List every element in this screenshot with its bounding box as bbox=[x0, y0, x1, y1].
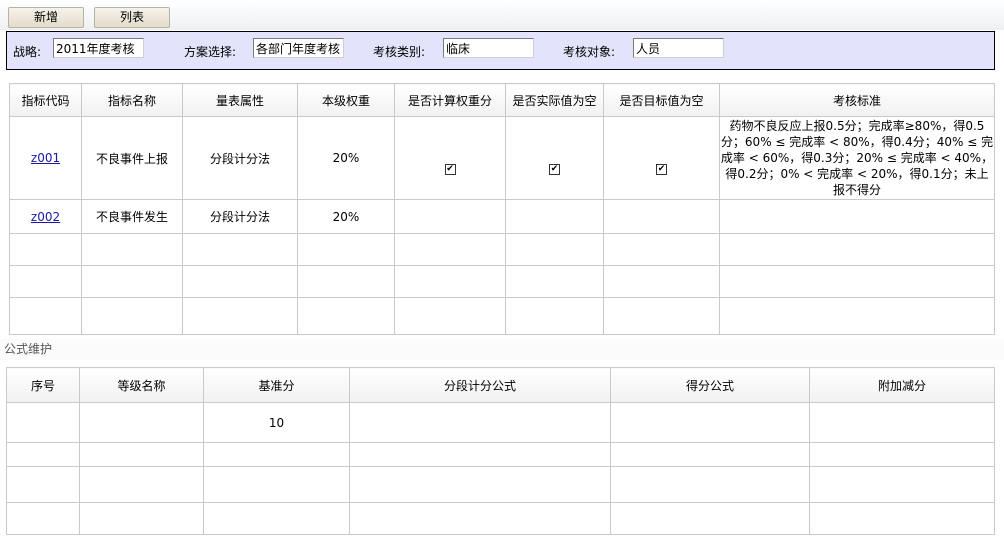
formula-header-row: 序号 等级名称 基准分 分段计分公式 得分公式 附加减分 bbox=[6, 367, 995, 403]
empty-row bbox=[6, 502, 995, 535]
col-header-standard[interactable]: 考核标准 bbox=[719, 83, 995, 117]
list-button[interactable]: 列表 bbox=[94, 7, 170, 28]
formula-segment bbox=[349, 402, 611, 443]
category-input[interactable] bbox=[443, 38, 534, 58]
col-header-extra[interactable]: 附加减分 bbox=[809, 367, 995, 403]
formula-level bbox=[79, 402, 204, 443]
indicator-name: 不良事件发生 bbox=[81, 199, 183, 234]
empty-row bbox=[9, 233, 995, 266]
col-header-code[interactable]: 指标代码 bbox=[9, 83, 82, 117]
formula-score bbox=[610, 402, 810, 443]
target-input[interactable] bbox=[633, 38, 724, 58]
empty-row bbox=[6, 442, 995, 467]
calc-weight-checkbox[interactable]: ✔ bbox=[444, 163, 456, 175]
target-empty-checkbox[interactable]: ✔ bbox=[656, 163, 667, 175]
empty-row bbox=[6, 466, 995, 503]
col-header-name[interactable]: 指标名称 bbox=[81, 83, 183, 117]
filter-bar: 战略: 方案选择: 考核类别: 考核对象: bbox=[6, 31, 995, 70]
indicator-weight: 20% bbox=[297, 116, 395, 200]
target-empty-cell bbox=[603, 199, 720, 234]
add-button[interactable]: 新增 bbox=[8, 7, 84, 28]
strategy-input[interactable] bbox=[53, 38, 144, 58]
col-header-attr[interactable]: 量表属性 bbox=[182, 83, 298, 117]
toolbar: 新增 列表 bbox=[0, 0, 1004, 30]
col-header-actual-empty[interactable]: 是否实际值为空 bbox=[505, 83, 604, 117]
calc-weight-cell bbox=[394, 199, 506, 234]
plan-label: 方案选择: bbox=[184, 45, 237, 59]
col-header-level[interactable]: 等级名称 bbox=[79, 367, 204, 403]
indicator-attr: 分段计分法 bbox=[182, 199, 298, 234]
indicator-code-link[interactable]: z001 bbox=[31, 151, 60, 165]
indicator-code-link[interactable]: z002 bbox=[31, 210, 60, 224]
col-header-index[interactable]: 序号 bbox=[6, 367, 80, 403]
formula-section-title: 公式维护 bbox=[0, 339, 1004, 360]
target-label: 考核对象: bbox=[563, 45, 616, 59]
formula-table: 序号 等级名称 基准分 分段计分公式 得分公式 附加减分 10 bbox=[6, 367, 995, 535]
actual-empty-cell bbox=[505, 199, 604, 234]
indicator-name: 不良事件上报 bbox=[81, 116, 183, 200]
col-header-base[interactable]: 基准分 bbox=[203, 367, 350, 403]
category-label: 考核类别: bbox=[373, 45, 426, 59]
formula-base: 10 bbox=[203, 402, 350, 443]
empty-row bbox=[9, 265, 995, 298]
col-header-segment-formula[interactable]: 分段计分公式 bbox=[349, 367, 611, 403]
indicator-weight: 20% bbox=[297, 199, 395, 234]
formula-index bbox=[6, 402, 80, 443]
indicator-attr: 分段计分法 bbox=[182, 116, 298, 200]
col-header-target-empty[interactable]: 是否目标值为空 bbox=[603, 83, 720, 117]
col-header-calc-weight[interactable]: 是否计算权重分 bbox=[394, 83, 506, 117]
formula-extra bbox=[809, 402, 995, 443]
col-header-weight[interactable]: 本级权重 bbox=[297, 83, 395, 117]
empty-row bbox=[9, 297, 995, 335]
table-row[interactable]: z002 不良事件发生 分段计分法 20% bbox=[9, 199, 995, 234]
indicator-header-row: 指标代码 指标名称 量表属性 本级权重 是否计算权重分 是否实际值为空 是否目标… bbox=[9, 83, 995, 117]
table-row[interactable]: 10 bbox=[6, 402, 995, 443]
actual-empty-checkbox[interactable]: ✔ bbox=[549, 163, 560, 175]
col-header-score-formula[interactable]: 得分公式 bbox=[610, 367, 810, 403]
table-row[interactable]: z001 不良事件上报 分段计分法 20% ✔ ✔ ✔ 药物不良反应上报0.5分… bbox=[9, 116, 995, 200]
indicator-standard: 药物不良反应上报0.5分；完成率≥80%，得0.5分；60% ≤ 完成率 < 8… bbox=[719, 116, 995, 200]
indicator-table: 指标代码 指标名称 量表属性 本级权重 是否计算权重分 是否实际值为空 是否目标… bbox=[9, 83, 995, 335]
plan-input[interactable] bbox=[253, 38, 344, 58]
indicator-standard bbox=[719, 199, 995, 234]
strategy-label: 战略: bbox=[13, 45, 42, 59]
